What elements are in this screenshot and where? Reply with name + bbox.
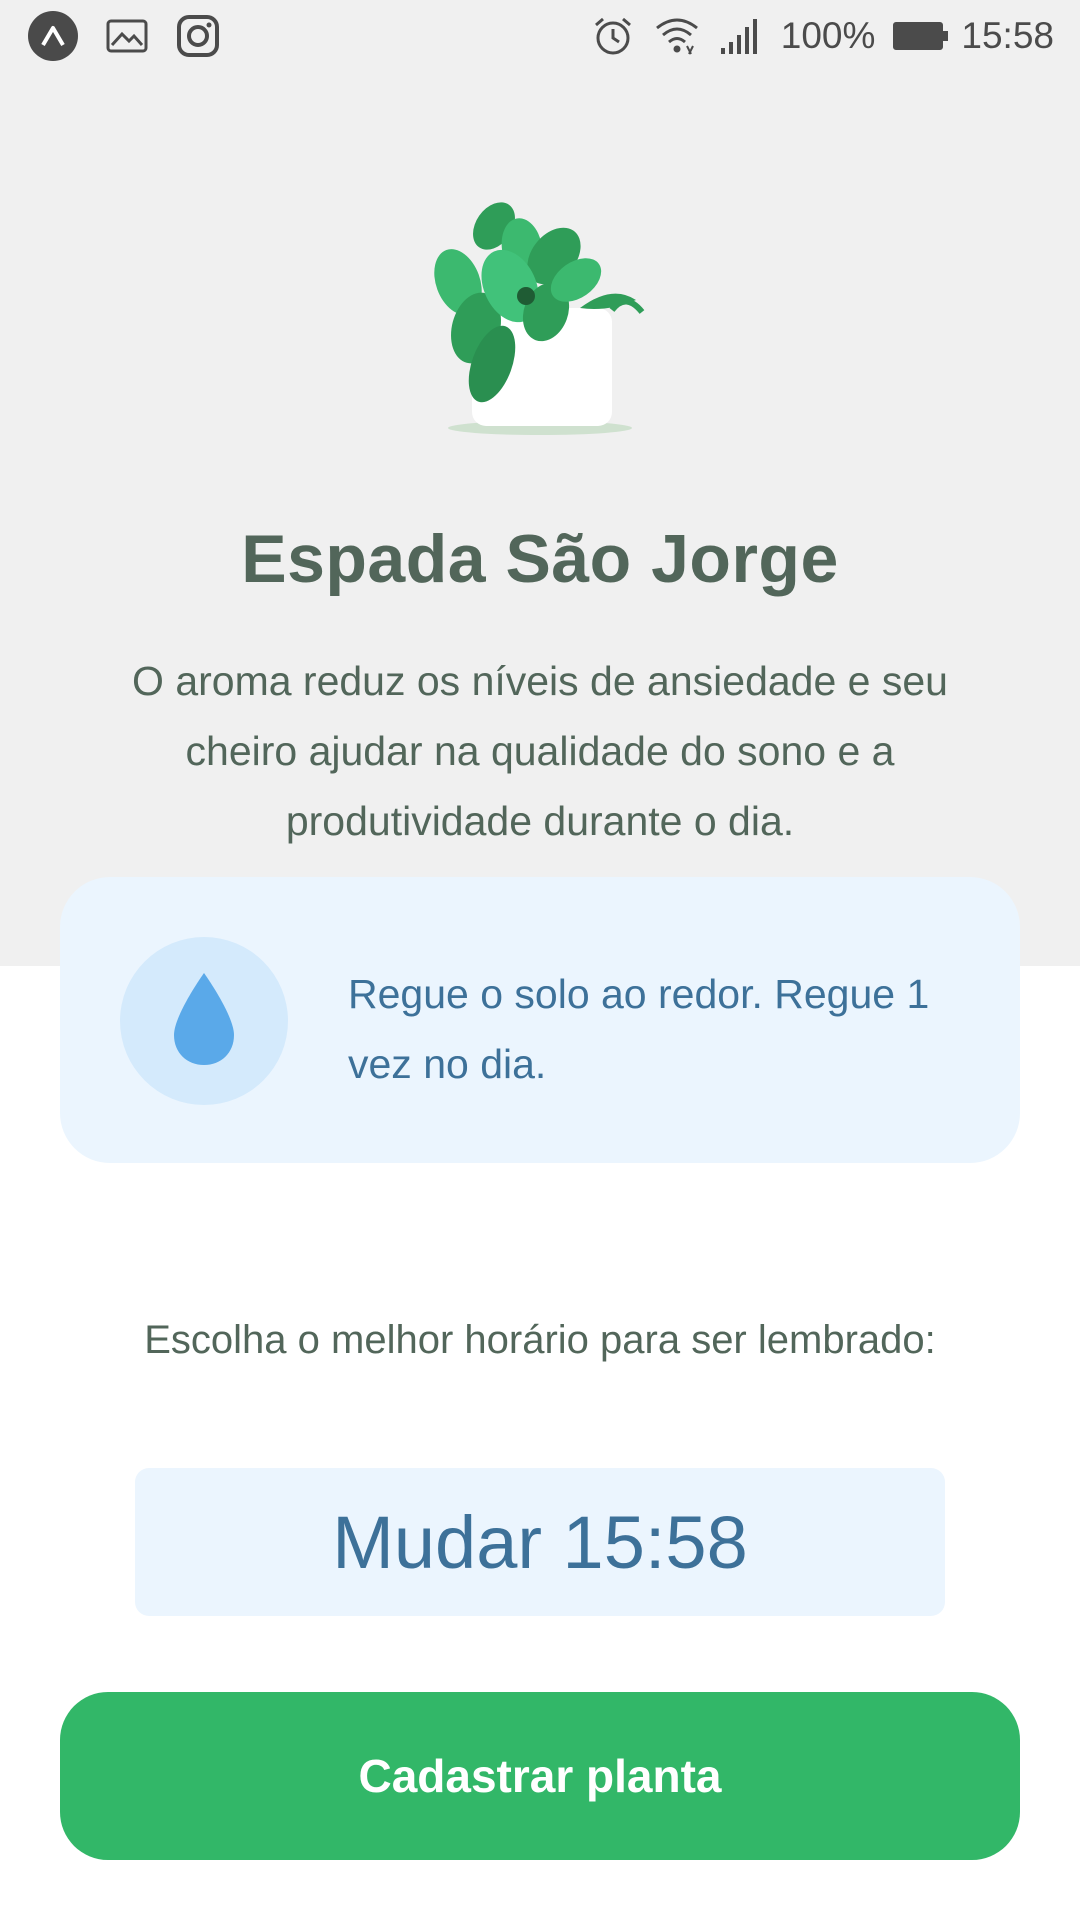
app-a-icon [28,11,78,61]
reminder-label: Escolha o melhor horário para ser lembra… [144,1318,936,1362]
status-bar-right: 100% 15:58 [591,14,1080,58]
water-drop-icon [172,971,236,1072]
signal-icon [719,16,763,56]
water-tip-icon-container [120,937,288,1105]
gallery-icon [106,19,148,53]
water-tip-card: Regue o solo ao redor. Regue 1 vez no di… [60,877,1020,1163]
plant-illustration [430,200,650,440]
status-time: 15:58 [961,15,1054,56]
battery-icon [893,22,949,50]
plant-name: Espada São Jorge [241,521,839,597]
water-tip-text: Regue o solo ao redor. Regue 1 vez no di… [348,971,930,1087]
register-plant-button[interactable]: Cadastrar planta [60,1692,1020,1860]
instagram-icon [176,14,220,58]
battery-percent: 100% [780,15,876,56]
status-bar: 100% 15:58 [0,0,1080,72]
alarm-icon [591,14,635,58]
change-time-button[interactable]: Mudar 15:58 [135,1468,945,1616]
plant-about: O aroma reduz os níveis de ansiedade e s… [132,658,948,844]
status-bar-left [0,11,220,61]
wifi-icon [653,14,701,58]
